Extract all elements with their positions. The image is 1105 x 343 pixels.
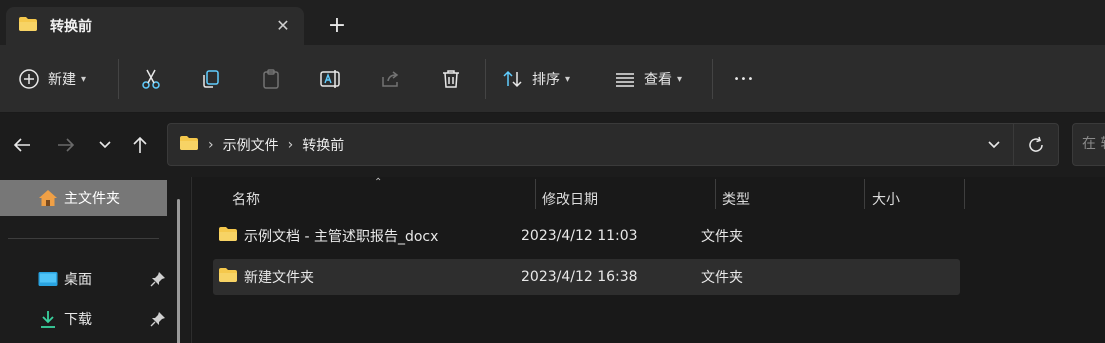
arrow-up-icon: [133, 136, 147, 153]
breadcrumb-item[interactable]: 示例文件: [223, 135, 279, 155]
folder-icon: [218, 267, 238, 287]
scissors-icon: [142, 69, 160, 89]
column-divider[interactable]: [964, 179, 965, 209]
chevron-down-icon: ▾: [81, 73, 87, 85]
folder-icon: [18, 16, 38, 36]
file-name: 示例文档 - 主管述职报告_docx: [244, 229, 439, 245]
folder-icon: [179, 135, 199, 155]
download-icon: [38, 309, 58, 329]
file-type: 文件夹: [701, 229, 743, 245]
new-button[interactable]: 新建 ▾: [18, 61, 86, 97]
toolbar-divider: [485, 59, 486, 99]
tab-title: 转换前: [50, 19, 92, 35]
search-input[interactable]: 在 转: [1072, 123, 1105, 166]
address-bar[interactable]: › 示例文件 › 转换前: [167, 123, 1059, 166]
sort-ascending-icon: ⌃: [374, 177, 383, 188]
folder-icon: [218, 226, 238, 246]
rename-icon: [320, 70, 340, 88]
list-item[interactable]: 新建文件夹 2023/4/12 16:38 文件夹: [213, 259, 960, 295]
file-date: 2023/4/12 16:38: [521, 269, 638, 285]
up-button[interactable]: [127, 133, 153, 157]
trash-icon: [443, 70, 459, 88]
sort-button[interactable]: 排序 ▾: [502, 61, 570, 97]
more-options-button[interactable]: •••: [730, 61, 758, 97]
cut-button[interactable]: [138, 61, 164, 97]
file-type: 文件夹: [701, 270, 743, 286]
view-button[interactable]: 查看 ▾: [614, 61, 682, 97]
file-list: ⌃ 名称 修改日期 类型 大小 示例文档 - 主管述职报告_docx 2023/…: [192, 177, 1105, 343]
chevron-down-icon: [988, 141, 1000, 149]
copy-button[interactable]: [198, 61, 224, 97]
chevron-down-icon: ▾: [565, 73, 571, 85]
breadcrumb-chevron-icon[interactable]: ›: [208, 137, 214, 153]
tab-active[interactable]: 转换前 ✕: [6, 7, 304, 45]
column-header-name[interactable]: 名称: [232, 185, 260, 215]
pin-icon[interactable]: [150, 311, 166, 327]
arrow-right-icon: [58, 138, 75, 152]
copy-icon: [203, 70, 219, 88]
delete-button[interactable]: [438, 61, 464, 97]
tab-strip: 转换前 ✕ +: [0, 0, 1105, 45]
close-tab-icon[interactable]: ✕: [272, 15, 294, 37]
column-header-date[interactable]: 修改日期: [542, 185, 598, 215]
sort-button-label: 排序: [532, 72, 560, 88]
sidebar-item-home[interactable]: 主文件夹: [0, 180, 167, 216]
file-name: 新建文件夹: [244, 270, 314, 286]
view-button-label: 查看: [644, 72, 672, 88]
toolbar-divider: [712, 59, 713, 99]
home-icon: [38, 189, 58, 207]
sidebar-divider: [8, 238, 159, 239]
arrow-left-icon: [13, 138, 30, 152]
sidebar-scrollbar[interactable]: [177, 199, 180, 343]
sidebar-item-label: 桌面: [64, 272, 92, 288]
new-button-label: 新建: [48, 72, 76, 88]
sidebar-item-downloads[interactable]: 下载: [0, 301, 178, 337]
share-icon: [382, 71, 399, 87]
sidebar-item-label: 下载: [64, 312, 92, 328]
pin-icon[interactable]: [150, 271, 166, 287]
breadcrumb-item[interactable]: 转换前: [302, 135, 344, 155]
navigation-pane: 主文件夹 桌面 下载: [0, 177, 190, 343]
column-header-type[interactable]: 类型: [722, 185, 750, 215]
list-item[interactable]: 示例文档 - 主管述职报告_docx 2023/4/12 11:03 文件夹: [213, 218, 960, 254]
share-button[interactable]: [378, 61, 404, 97]
refresh-button[interactable]: [1024, 133, 1048, 157]
refresh-icon: [1029, 136, 1043, 152]
navigation-bar: › 示例文件 › 转换前 在 转: [0, 113, 1105, 177]
sidebar-item-desktop[interactable]: 桌面: [0, 261, 178, 297]
toolbar-divider: [118, 59, 119, 99]
rename-button[interactable]: [318, 61, 344, 97]
command-bar: 新建 ▾ 排序 ▾ 查看 ▾ •••: [0, 45, 1105, 113]
file-date: 2023/4/12 11:03: [521, 228, 638, 244]
paste-button[interactable]: [258, 61, 284, 97]
breadcrumb-chevron-icon[interactable]: ›: [288, 137, 294, 153]
plus-circle-icon: [19, 69, 39, 89]
address-divider: [1013, 124, 1014, 165]
column-divider[interactable]: [864, 179, 865, 209]
column-divider[interactable]: [535, 179, 536, 209]
column-divider[interactable]: [715, 179, 716, 209]
sort-icon: [503, 70, 522, 88]
back-button[interactable]: [9, 133, 35, 157]
chevron-down-icon: [99, 141, 111, 149]
address-history-button[interactable]: [982, 133, 1006, 157]
new-tab-button[interactable]: +: [322, 12, 352, 42]
desktop-icon: [38, 271, 58, 287]
chevron-down-icon: ▾: [677, 73, 683, 85]
recent-locations-button[interactable]: [92, 133, 118, 157]
forward-button[interactable]: [53, 133, 79, 157]
clipboard-icon: [263, 69, 279, 89]
sidebar-item-label: 主文件夹: [64, 191, 120, 207]
list-view-icon: [616, 73, 634, 87]
column-header-size[interactable]: 大小: [872, 185, 900, 215]
